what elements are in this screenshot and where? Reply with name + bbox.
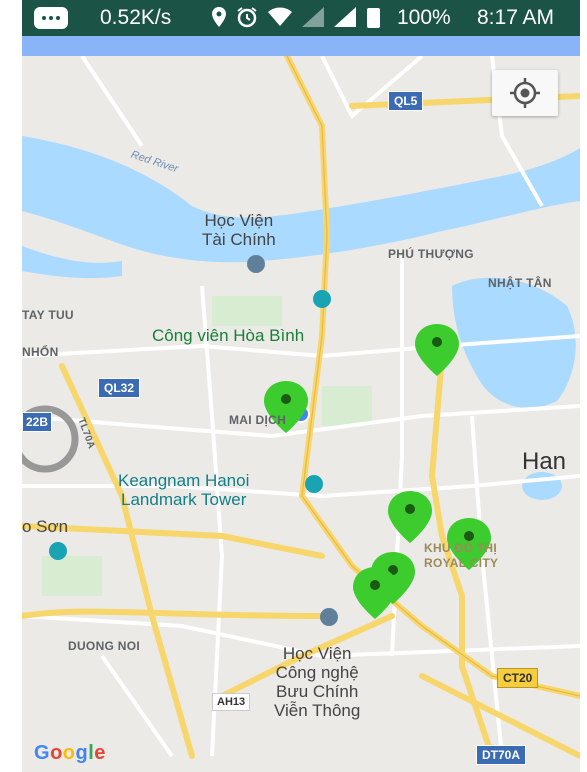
battery-icon (367, 8, 380, 28)
ah13-shield: AH13 (212, 693, 251, 711)
hv-buu-chinh-label: Học Viện Công nghệ Bưu Chính Viễn Thông (274, 644, 361, 720)
phu-thuong-label: PHÚ THƯỢNG (388, 247, 474, 261)
battery-percent: 100% (397, 6, 451, 29)
tay-tuu-label: TAY TUU (22, 308, 74, 322)
message-icon (34, 7, 68, 29)
ct20-shield: CT20 (497, 668, 539, 688)
hv-tai-chinh-poi (247, 255, 265, 273)
keangnam-poi (305, 475, 323, 493)
map-view[interactable]: Red River QL5 Học Viện Tài Chính PHÚ THƯ… (22, 56, 580, 772)
nhon-label: NHỔN (22, 345, 59, 359)
mai-dich-label: MAI DỊCH (229, 413, 287, 427)
location-pin-icon (212, 7, 226, 27)
hanoi-label: Han (522, 448, 567, 475)
son-poi (49, 542, 67, 560)
22b-shield: 22B (22, 412, 53, 432)
status-icons (212, 6, 356, 28)
dt70a-shield: DT70A (476, 745, 527, 765)
signal-icon (302, 7, 324, 27)
metro-poi (313, 290, 331, 308)
cong-vien-label: Công viên Hòa Bình (152, 326, 305, 345)
signal-r-icon (334, 7, 356, 27)
nhat-tan-label: NHẬT TÂN (488, 276, 552, 290)
status-bar: 0.52K/s 100% 8:17 AM (22, 0, 580, 36)
royal-city-label: KHU ĐÔ THỊ ROYAL CITY (424, 541, 499, 570)
app-bar (22, 36, 580, 56)
duong-noi-label: DUONG NOI (68, 639, 141, 653)
alarm-icon (237, 7, 257, 28)
hv-buu-chinh-poi (320, 608, 338, 626)
hv-tai-chinh-label: Học Viện Tài Chính (202, 211, 276, 249)
son-label: o Sơn (22, 517, 69, 536)
clock: 8:17 AM (477, 6, 555, 29)
wifi-icon (268, 7, 292, 26)
google-logo: Google (34, 742, 106, 764)
crosshair-icon (510, 78, 540, 108)
ql5-shield: QL5 (388, 91, 424, 111)
my-location-button[interactable] (492, 70, 558, 116)
keangnam-label: Keangnam Hanoi Landmark Tower (118, 471, 250, 509)
phone-screen: 0.52K/s 100% 8:17 AM Red River QL5 Học V… (22, 0, 580, 772)
ql32-shield: QL32 (98, 378, 141, 398)
network-speed: 0.52K/s (100, 6, 172, 29)
